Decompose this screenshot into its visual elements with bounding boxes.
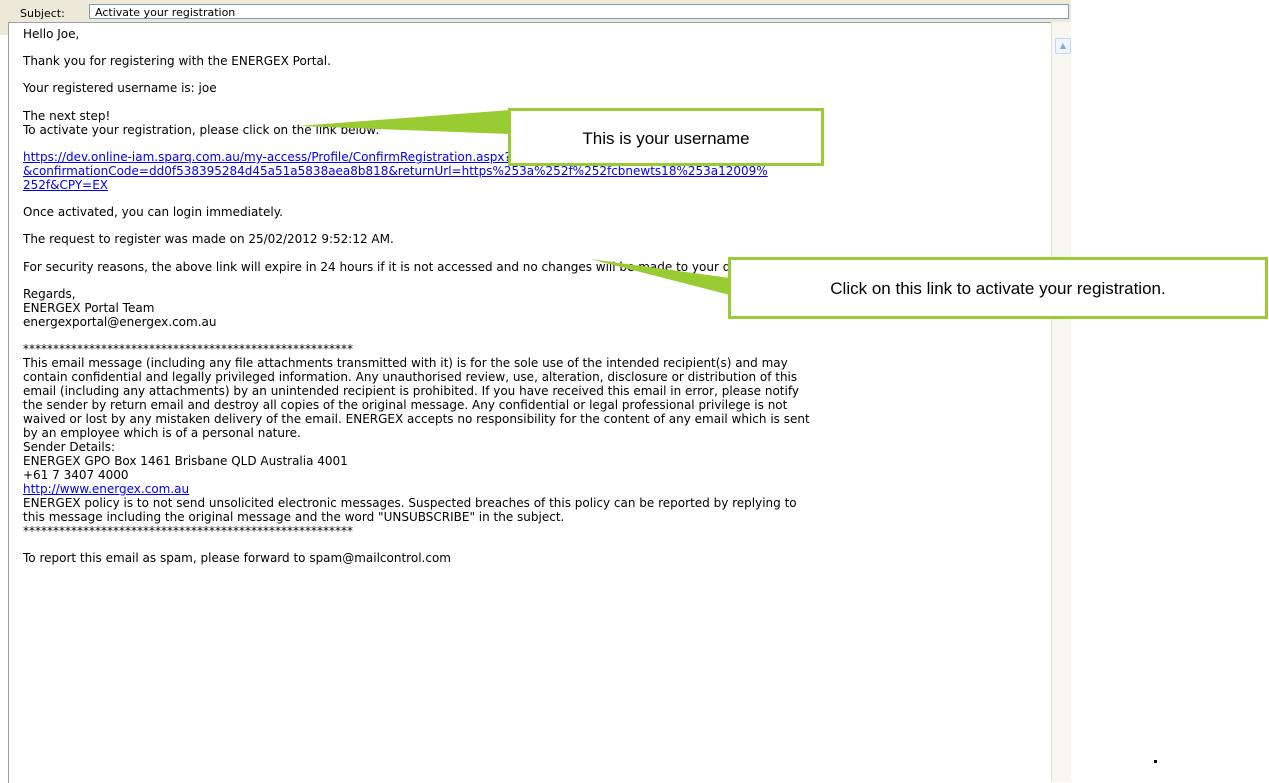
- activation-link-2[interactable]: &confirmationCode=dd0f538395284d45a51a58…: [23, 164, 768, 178]
- username-callout: This is your username: [508, 108, 824, 166]
- vertical-scrollbar[interactable]: ▲: [1051, 22, 1072, 782]
- policy-line: this message including the original mess…: [23, 510, 565, 524]
- subject-label: Subject:: [20, 7, 65, 20]
- username-callout-text: This is your username: [582, 129, 750, 148]
- activate-instruction: To activate your registration, please cl…: [23, 123, 380, 137]
- website-link-line[interactable]: http://www.energex.com.au: [23, 482, 189, 496]
- policy-line: ENERGEX policy is to not send unsolicite…: [23, 496, 797, 510]
- disclaimer-line: the sender by return email and destroy a…: [23, 398, 788, 412]
- link-callout-text: Click on this link to activate your regi…: [830, 279, 1166, 298]
- chevron-up-icon[interactable]: ▲: [1055, 38, 1071, 54]
- thanks-line: Thank you for registering with the ENERG…: [23, 54, 331, 68]
- email-content: Hello Joe, Thank you for registering wit…: [23, 27, 810, 565]
- security-note: For security reasons, the above link wil…: [23, 260, 767, 274]
- team-email: energexportal@energex.com.au: [23, 315, 217, 329]
- separator-line: ****************************************…: [23, 342, 353, 356]
- activation-link[interactable]: 252f&CPY=EX: [23, 178, 108, 192]
- sender-details-label: Sender Details:: [23, 440, 115, 454]
- spam-note: To report this email as spam, please for…: [23, 551, 451, 565]
- username-line: Your registered username is: joe: [23, 81, 217, 95]
- right-margin: [1071, 0, 1269, 778]
- once-activated-line: Once activated, you can login immediatel…: [23, 205, 283, 219]
- disclaimer-line: by an employee which is of a personal na…: [23, 426, 301, 440]
- greeting: Hello Joe,: [23, 27, 80, 41]
- disclaimer-line: waived or lost by any mistaken delivery …: [23, 412, 810, 426]
- website-link[interactable]: http://www.energex.com.au: [23, 482, 189, 496]
- team-line: ENERGEX Portal Team: [23, 301, 155, 315]
- separator-end-line: ****************************************…: [23, 524, 353, 538]
- disclaimer-line: contain confidential and legally privile…: [23, 370, 798, 384]
- activation-link-3[interactable]: 252f&CPY=EX: [23, 178, 108, 192]
- request-made-line: The request to register was made on 25/0…: [23, 232, 394, 246]
- sender-address: ENERGEX GPO Box 1461 Brisbane QLD Austra…: [23, 454, 348, 468]
- link-callout: Click on this link to activate your regi…: [728, 257, 1268, 319]
- regards-line: Regards,: [23, 287, 76, 301]
- stray-dot: [1154, 760, 1157, 763]
- activation-link[interactable]: &confirmationCode=dd0f538395284d45a51a58…: [23, 164, 768, 178]
- disclaimer-line: email (including any attachments) by an …: [23, 384, 799, 398]
- subject-field[interactable]: Activate your registration: [89, 4, 1069, 19]
- next-step-line: The next step!: [23, 109, 111, 123]
- sender-phone: +61 7 3407 4000: [23, 468, 129, 482]
- disclaimer-line: This email message (including any file a…: [23, 356, 788, 370]
